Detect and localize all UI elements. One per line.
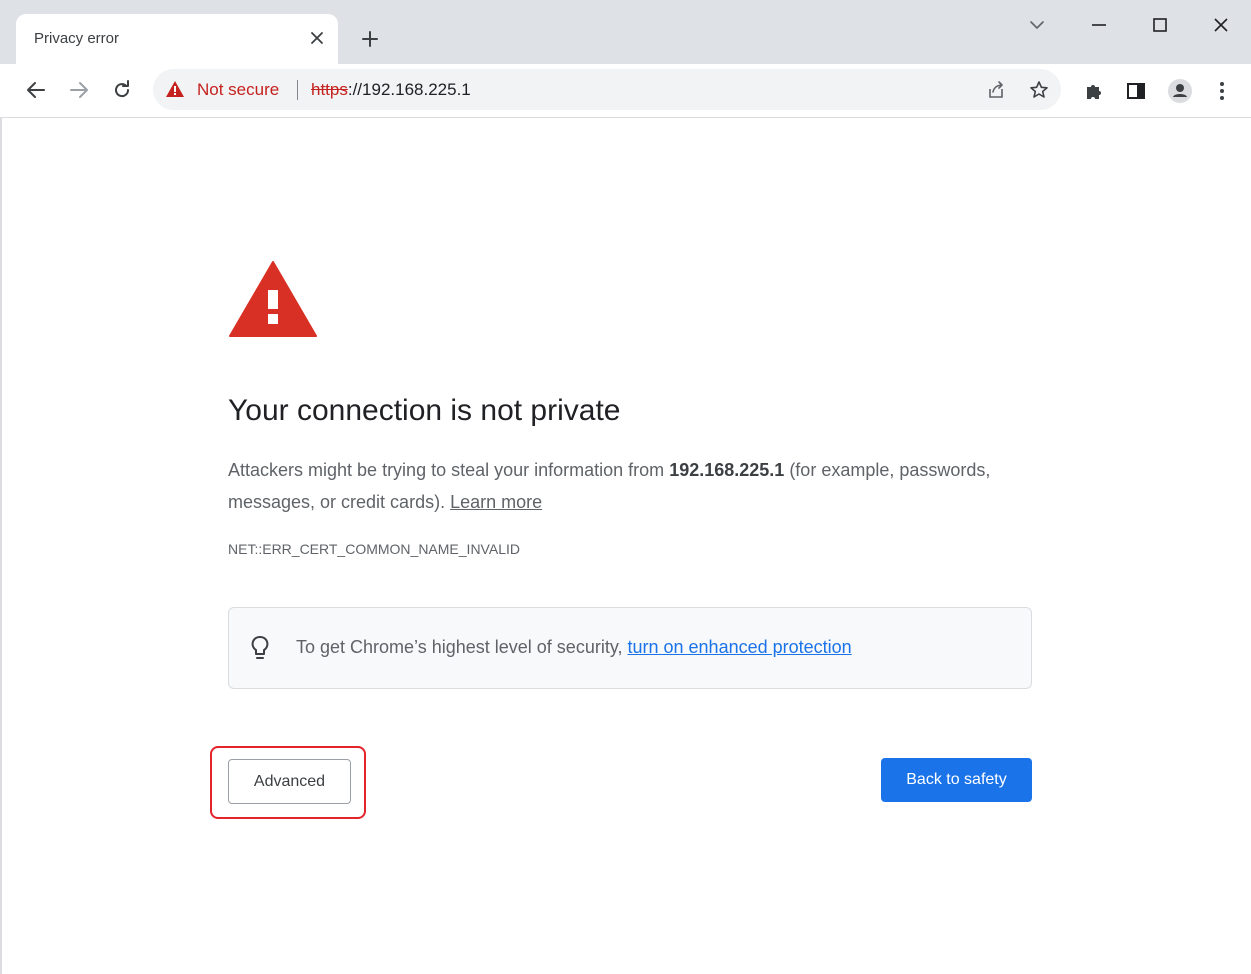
tab-strip: Privacy error [0,0,1251,64]
reload-icon[interactable] [108,76,136,104]
minimize-icon[interactable] [1082,10,1116,40]
explanation-paragraph: Attackers might be trying to steal your … [228,454,1018,518]
explanation-text-1: Attackers might be trying to steal your … [228,460,670,480]
host-name: 192.168.225.1 [669,460,785,480]
window-border [0,118,2,974]
browser-toolbar: Not secure https://192.168.225.1 [0,64,1251,118]
enhanced-protection-text: To get Chrome’s highest level of securit… [296,637,852,658]
tab-search-chevron-down-icon[interactable] [1020,10,1054,40]
extensions-puzzle-icon[interactable] [1080,77,1108,105]
not-secure-label[interactable]: Not secure [197,80,279,100]
warning-triangle-icon [228,260,318,338]
advanced-button[interactable]: Advanced [228,759,351,804]
new-tab-plus-icon[interactable] [356,25,384,53]
back-arrow-icon[interactable] [22,76,50,104]
enhanced-protection-callout: To get Chrome’s highest level of securit… [228,607,1032,689]
kebab-menu-icon[interactable] [1208,77,1236,105]
tab-privacy-error[interactable]: Privacy error [16,14,338,64]
window-close-icon[interactable] [1204,10,1238,40]
enhanced-protection-message: To get Chrome’s highest level of securit… [296,637,628,657]
lightbulb-icon [249,634,271,664]
tab-title: Privacy error [34,30,120,47]
url-text[interactable]: https://192.168.225.1 [311,80,471,100]
bookmark-star-icon[interactable] [1026,77,1052,103]
tab-close-icon[interactable] [304,25,330,51]
warning-triangle-icon[interactable] [165,80,185,98]
address-bar[interactable]: Not secure https://192.168.225.1 [153,69,1061,110]
maximize-icon[interactable] [1143,10,1177,40]
profile-icon[interactable] [1166,77,1194,105]
share-icon[interactable] [983,77,1009,103]
url-host: ://192.168.225.1 [347,80,471,99]
side-panel-icon[interactable] [1122,77,1150,105]
error-code: NET::ERR_CERT_COMMON_NAME_INVALID [228,541,520,557]
page-title: Your connection is not private [228,394,621,427]
back-to-safety-button[interactable]: Back to safety [881,758,1032,802]
enhanced-protection-link[interactable]: turn on enhanced protection [628,637,852,657]
forward-arrow-icon[interactable] [65,76,93,104]
learn-more-link[interactable]: Learn more [450,492,542,512]
url-scheme: https [311,80,348,99]
omnibox-divider [297,80,298,100]
